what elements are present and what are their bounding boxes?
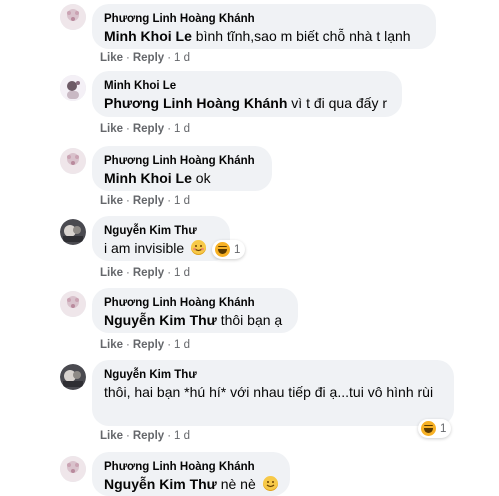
comment-bubble: Phương Linh Hoàng Khánh Minh Khoi Le ok xyxy=(92,146,272,191)
reaction-summary[interactable]: 1 xyxy=(418,419,452,438)
separator-dot: · xyxy=(126,195,130,207)
comment-text: Minh Khoi Le ok xyxy=(104,169,260,188)
comment-author[interactable]: Nguyễn Kim Thư xyxy=(104,223,218,239)
comment-author[interactable]: Phương Linh Hoàng Khánh xyxy=(104,459,278,475)
comment-text: thôi, hai bạn *hú hí* với nhau tiếp đi ạ… xyxy=(104,383,442,402)
comment-text: Nguyễn Kim Thư thôi bạn ạ xyxy=(104,311,286,330)
comment-author[interactable]: Phương Linh Hoàng Khánh xyxy=(104,295,286,311)
comment-author[interactable]: Phương Linh Hoàng Khánh xyxy=(104,11,424,27)
avatar[interactable] xyxy=(60,148,86,174)
like-button[interactable]: Like xyxy=(100,430,123,442)
comment-bubble: Phương Linh Hoàng Khánh Minh Khoi Le bìn… xyxy=(92,4,436,49)
separator-dot: · xyxy=(167,195,172,207)
reply-button[interactable]: Reply xyxy=(133,195,164,207)
comment-author[interactable]: Phương Linh Hoàng Khánh xyxy=(104,153,260,169)
mention-link[interactable]: Nguyễn Kim Thư xyxy=(104,312,217,328)
separator-dot: · xyxy=(167,339,172,351)
separator-dot: · xyxy=(126,123,130,135)
comment-text: Minh Khoi Le bình tĩnh,sao m biết chỗ nh… xyxy=(104,27,424,46)
comment-text: Nguyễn Kim Thư nè nè xyxy=(104,475,278,494)
separator-dot: · xyxy=(167,267,172,279)
like-button[interactable]: Like xyxy=(100,267,123,279)
comment-author[interactable]: Minh Khoi Le xyxy=(104,78,390,94)
smile-emoji-icon xyxy=(262,476,278,491)
avatar[interactable] xyxy=(60,75,86,101)
comment-timestamp[interactable]: 1 d xyxy=(174,123,190,135)
comment-text: Phương Linh Hoàng Khánh vì t đi qua đấy … xyxy=(104,94,390,113)
haha-reaction-icon xyxy=(215,242,230,257)
reply-button[interactable]: Reply xyxy=(133,52,164,64)
like-button[interactable]: Like xyxy=(100,52,123,64)
comment-actions: Like · Reply · 1 d xyxy=(100,123,190,135)
comment-actions: Like · Reply · 1 d xyxy=(100,267,190,279)
comment-body: vì t đi qua đấy r xyxy=(287,95,388,111)
comment-body: thôi, hai bạn *hú hí* với nhau tiếp đi ạ… xyxy=(104,384,434,400)
avatar[interactable] xyxy=(60,219,86,245)
avatar[interactable] xyxy=(60,456,86,482)
reaction-summary[interactable]: 1 xyxy=(212,240,246,259)
reply-button[interactable]: Reply xyxy=(133,267,164,279)
like-button[interactable]: Like xyxy=(100,339,123,351)
avatar[interactable] xyxy=(60,291,86,317)
separator-dot: · xyxy=(126,339,130,351)
comment-bubble: Nguyễn Kim Thư i am invisible xyxy=(92,216,230,261)
comment-bubble: Phương Linh Hoàng Khánh Nguyễn Kim Thư n… xyxy=(92,452,290,496)
separator-dot: · xyxy=(167,430,172,442)
smiling-face-emoji-icon xyxy=(191,240,207,255)
comment-body: i am invisible xyxy=(104,240,189,256)
comment-actions: Like · Reply · 1 d xyxy=(100,339,190,351)
like-button[interactable]: Like xyxy=(100,195,123,207)
comment-actions: Like · Reply · 1 d xyxy=(100,430,190,442)
comment-bubble: Phương Linh Hoàng Khánh Nguyễn Kim Thư t… xyxy=(92,288,298,333)
separator-dot: · xyxy=(167,52,172,64)
comment-timestamp[interactable]: 1 d xyxy=(174,52,190,64)
separator-dot: · xyxy=(126,267,130,279)
reply-button[interactable]: Reply xyxy=(133,339,164,351)
separator-dot: · xyxy=(126,430,130,442)
comment-author[interactable]: Nguyễn Kim Thư xyxy=(104,367,442,383)
comment-bubble: Nguyễn Kim Thư thôi, hai bạn *hú hí* với… xyxy=(92,360,454,426)
reaction-count: 1 xyxy=(234,243,241,256)
comment-timestamp[interactable]: 1 d xyxy=(174,339,190,351)
mention-link[interactable]: Phương Linh Hoàng Khánh xyxy=(104,95,287,111)
reply-button[interactable]: Reply xyxy=(133,123,164,135)
comment-bubble: Minh Khoi Le Phương Linh Hoàng Khánh vì … xyxy=(92,71,402,117)
comment-timestamp[interactable]: 1 d xyxy=(174,430,190,442)
separator-dot: · xyxy=(167,123,172,135)
comment-body: ok xyxy=(191,170,211,186)
reply-button[interactable]: Reply xyxy=(133,430,164,442)
comment-body: bình tĩnh,sao m biết chỗ nhà t lạnh xyxy=(191,28,411,44)
comment-actions: Like · Reply · 1 d xyxy=(100,52,190,64)
avatar[interactable] xyxy=(60,4,86,30)
comment-text: i am invisible xyxy=(104,239,218,258)
comment-timestamp[interactable]: 1 d xyxy=(174,267,190,279)
comment-body: nè nè xyxy=(216,476,260,492)
like-button[interactable]: Like xyxy=(100,123,123,135)
reaction-count: 1 xyxy=(440,422,447,435)
avatar[interactable] xyxy=(60,364,86,390)
haha-reaction-icon xyxy=(421,421,436,436)
comment-actions: Like · Reply · 1 d xyxy=(100,195,190,207)
mention-link[interactable]: Nguyễn Kim Thư xyxy=(104,476,217,492)
separator-dot: · xyxy=(126,52,130,64)
mention-link[interactable]: Minh Khoi Le xyxy=(104,170,192,186)
comment-body: thôi bạn ạ xyxy=(216,312,283,328)
mention-link[interactable]: Minh Khoi Le xyxy=(104,28,192,44)
comment-timestamp[interactable]: 1 d xyxy=(174,195,190,207)
